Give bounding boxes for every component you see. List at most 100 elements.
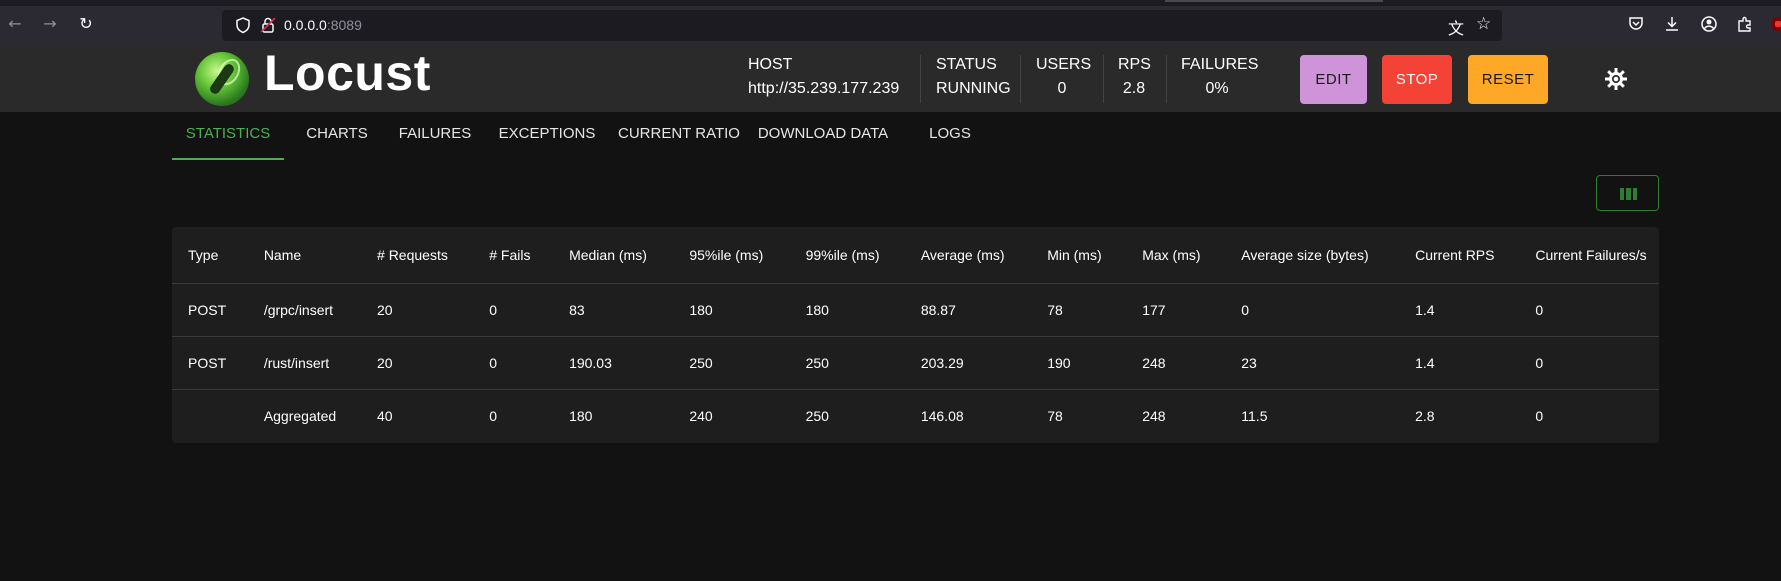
stat-divider bbox=[1103, 55, 1104, 103]
column-header[interactable]: 99%ile (ms) bbox=[790, 227, 905, 283]
table-cell: 11.5 bbox=[1241, 407, 1268, 424]
tab-failures[interactable]: FAILURES bbox=[386, 112, 484, 160]
table-cell: POST bbox=[188, 301, 227, 318]
column-header[interactable]: Current Failures/s bbox=[1519, 227, 1659, 283]
table-cell: 248 bbox=[1142, 407, 1166, 424]
rps-value: 2.8 bbox=[1122, 80, 1146, 97]
column-header[interactable]: Current RPS bbox=[1399, 227, 1519, 283]
tab-strip bbox=[0, 0, 1781, 6]
pocket-icon[interactable] bbox=[1627, 15, 1645, 33]
table-cell: 78 bbox=[1047, 301, 1063, 318]
table-cell: POST bbox=[188, 354, 227, 371]
stat-divider bbox=[920, 55, 921, 103]
column-header[interactable]: # Requests bbox=[361, 227, 473, 283]
theme-toggle-icon[interactable] bbox=[1604, 67, 1628, 91]
users-label: USERS bbox=[1036, 56, 1092, 73]
table-cell: 78 bbox=[1047, 407, 1063, 424]
address-bar[interactable]: 0.0.0.0:8089 文 ☆ bbox=[222, 10, 1502, 41]
tab-statistics[interactable]: STATISTICS bbox=[172, 112, 284, 160]
table-cell: 180 bbox=[689, 301, 713, 318]
table-row: POST/rust/insert 20 0 190.03 250 250 203.29 190… bbox=[172, 336, 1659, 389]
failures-label: FAILURES bbox=[1181, 56, 1259, 73]
column-header[interactable]: Median (ms) bbox=[553, 227, 673, 283]
table-cell: 0 bbox=[1535, 407, 1544, 424]
table-cell: 250 bbox=[689, 354, 713, 371]
forward-icon[interactable]: → bbox=[41, 15, 59, 33]
column-selector-button[interactable] bbox=[1596, 175, 1659, 211]
host-value: http://35.239.177.239 bbox=[748, 80, 900, 97]
tab-charts[interactable]: CHARTS bbox=[288, 112, 386, 160]
translate-icon[interactable]: 文 bbox=[1448, 15, 1464, 39]
table-cell: /rust/insert bbox=[263, 354, 330, 371]
users-value: 0 bbox=[1057, 80, 1067, 97]
table-cell: 190.03 bbox=[569, 354, 612, 371]
table-cell: 0 bbox=[489, 407, 498, 424]
table-cell: 180 bbox=[805, 301, 829, 318]
table-cell: 0 bbox=[489, 354, 498, 371]
column-header[interactable]: # Fails bbox=[473, 227, 553, 283]
url-host: 0.0.0.0 bbox=[284, 17, 327, 33]
reset-button[interactable]: RESET bbox=[1468, 55, 1548, 104]
users-stat: USERS 0 bbox=[1036, 56, 1092, 98]
table-cell: 250 bbox=[805, 354, 829, 371]
tab-strip-indicator bbox=[1165, 0, 1383, 2]
table-cell: Aggregated bbox=[263, 407, 337, 424]
table-cell: 250 bbox=[805, 407, 829, 424]
table-cell: 1.4 bbox=[1415, 354, 1435, 371]
table-cell: 40 bbox=[377, 407, 393, 424]
table-cell: 248 bbox=[1142, 354, 1166, 371]
view-columns-icon bbox=[1620, 188, 1637, 200]
statistics-table: Type Name # Requests # Fails Median (ms) 95%i… bbox=[172, 227, 1659, 443]
table-cell: 83 bbox=[569, 301, 585, 318]
table-row: POST/grpc/insert 20 0 83 180 180 88.87 78 177 0 1.… bbox=[172, 283, 1659, 336]
table-cell: 20 bbox=[377, 354, 393, 371]
table-header-row: Type Name # Requests # Fails Median (ms) 95%i… bbox=[172, 227, 1659, 283]
column-header[interactable]: Name bbox=[248, 227, 361, 283]
status-stat: STATUS RUNNING bbox=[936, 56, 1011, 98]
column-header[interactable]: Type bbox=[172, 227, 248, 283]
url-text: 0.0.0.0:8089 bbox=[284, 17, 362, 33]
table-cell: 23 bbox=[1241, 354, 1257, 371]
download-icon[interactable] bbox=[1663, 15, 1681, 33]
extensions-icon[interactable] bbox=[1736, 15, 1754, 33]
shield-icon[interactable] bbox=[234, 16, 252, 34]
table-cell: 240 bbox=[689, 407, 713, 424]
table-cell: 177 bbox=[1142, 301, 1166, 318]
tab-logs[interactable]: LOGS bbox=[906, 112, 994, 160]
rps-label: RPS bbox=[1118, 56, 1151, 73]
column-header[interactable]: Average (ms) bbox=[905, 227, 1031, 283]
back-icon[interactable]: ← bbox=[6, 15, 24, 33]
reload-icon[interactable]: ↻ bbox=[77, 15, 95, 33]
column-header[interactable]: Max (ms) bbox=[1126, 227, 1225, 283]
stat-divider bbox=[1166, 55, 1167, 103]
column-header[interactable]: Average size (bytes) bbox=[1225, 227, 1399, 283]
table-cell: 0 bbox=[1535, 354, 1544, 371]
failures-value: 0% bbox=[1205, 80, 1229, 97]
status-label: STATUS bbox=[936, 56, 997, 73]
account-icon[interactable] bbox=[1700, 15, 1718, 33]
table-cell: 190 bbox=[1047, 354, 1071, 371]
table-cell: /grpc/insert bbox=[263, 301, 334, 318]
table-cell: 2.8 bbox=[1415, 407, 1435, 424]
rps-stat: RPS 2.8 bbox=[1118, 56, 1151, 98]
table-cell: 1.4 bbox=[1415, 301, 1435, 318]
table-row: Aggregated 40 0 180 240 250 146.08 78 248 11.5 2.8… bbox=[172, 389, 1659, 442]
table-cell: 20 bbox=[377, 301, 393, 318]
tab-download-data[interactable]: DOWNLOAD DATA bbox=[748, 112, 898, 160]
column-header[interactable]: Min (ms) bbox=[1031, 227, 1126, 283]
tab-exceptions[interactable]: EXCEPTIONS bbox=[484, 112, 610, 160]
brand-name: Locust bbox=[264, 45, 431, 101]
host-label: HOST bbox=[748, 56, 793, 73]
lock-icon[interactable] bbox=[259, 16, 277, 34]
stop-button[interactable]: STOP bbox=[1382, 55, 1452, 104]
table-cell: 0 bbox=[1241, 301, 1250, 318]
edit-button[interactable]: EDIT bbox=[1300, 55, 1367, 104]
failures-stat: FAILURES 0% bbox=[1181, 56, 1259, 98]
ublock-icon[interactable] bbox=[1771, 17, 1781, 31]
bookmark-star-icon[interactable]: ☆ bbox=[1476, 14, 1491, 34]
table-cell: 88.87 bbox=[920, 301, 956, 318]
tab-current-ratio[interactable]: CURRENT RATIO bbox=[610, 112, 748, 160]
column-header[interactable]: 95%ile (ms) bbox=[673, 227, 789, 283]
host-stat: HOST http://35.239.177.239 bbox=[748, 56, 899, 98]
url-port: :8089 bbox=[326, 17, 362, 33]
